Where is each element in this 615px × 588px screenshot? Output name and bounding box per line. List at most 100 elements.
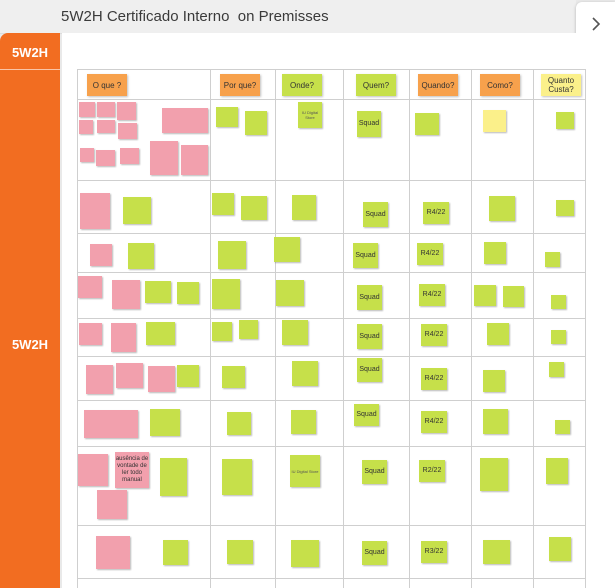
column-header-how[interactable]: Como? [480, 74, 520, 96]
sticky-note[interactable] [117, 102, 136, 120]
sticky-note[interactable]: Squad [357, 111, 381, 137]
sticky-note[interactable]: Squad [354, 404, 379, 426]
column-header-how-much[interactable]: Quanto Custa? [541, 74, 581, 96]
sticky-note[interactable] [80, 193, 110, 229]
sticky-note[interactable] [150, 409, 180, 436]
sticky-note[interactable] [181, 145, 208, 175]
sticky-note[interactable]: Squad [353, 243, 378, 268]
sticky-note[interactable] [163, 540, 188, 565]
sticky-note[interactable]: R3/22 [421, 541, 447, 563]
sticky-note[interactable]: ausência de vontade de ler todo manual [115, 452, 149, 488]
sticky-note[interactable] [282, 320, 308, 345]
sticky-note[interactable]: R4/22 [421, 324, 447, 346]
sticky-note[interactable]: Squad [357, 324, 382, 349]
sticky-note[interactable] [545, 252, 560, 267]
sticky-note[interactable]: R4/22 [419, 284, 445, 306]
sticky-note[interactable] [474, 285, 496, 306]
sticky-note[interactable] [97, 490, 127, 519]
sticky-note[interactable] [483, 540, 510, 564]
sticky-note[interactable] [480, 458, 508, 491]
sticky-note[interactable] [160, 458, 187, 496]
sticky-note[interactable] [86, 365, 113, 394]
sticky-note[interactable] [146, 322, 175, 345]
sticky-note[interactable] [116, 363, 143, 388]
sticky-note[interactable] [177, 282, 199, 304]
sticky-note[interactable] [148, 366, 175, 392]
sticky-note[interactable] [415, 113, 439, 135]
sticky-note[interactable]: Squad [362, 541, 387, 565]
sticky-note[interactable] [487, 323, 509, 345]
sticky-note[interactable] [227, 412, 251, 435]
sticky-note[interactable] [549, 362, 564, 377]
sticky-note[interactable] [212, 279, 240, 309]
sticky-note[interactable] [551, 295, 566, 309]
sticky-note[interactable] [112, 280, 140, 309]
sticky-note[interactable] [84, 410, 138, 438]
sticky-note[interactable] [79, 120, 93, 134]
sticky-note[interactable] [483, 409, 508, 434]
sticky-note[interactable] [145, 281, 171, 303]
sticky-note[interactable] [239, 320, 258, 339]
sticky-note[interactable] [111, 323, 136, 352]
sticky-note[interactable] [292, 195, 316, 220]
sticky-note[interactable] [78, 454, 108, 486]
sticky-note[interactable] [90, 244, 112, 266]
sticky-note[interactable] [546, 458, 568, 484]
sticky-note[interactable] [555, 420, 570, 434]
sticky-note[interactable] [483, 370, 505, 392]
sticky-note[interactable] [489, 196, 515, 221]
column-header-when[interactable]: Quando? [418, 74, 458, 96]
sticky-note[interactable]: Squad [362, 460, 387, 484]
sticky-note[interactable]: Squad [357, 285, 382, 310]
sticky-note[interactable] [79, 323, 102, 345]
sticky-note[interactable] [120, 148, 139, 164]
sticky-note[interactable] [162, 108, 208, 133]
sticky-note[interactable] [216, 107, 238, 127]
sticky-note[interactable] [291, 410, 316, 434]
sticky-note[interactable]: R2/22 [419, 460, 445, 482]
sticky-note[interactable] [97, 120, 115, 133]
sticky-note[interactable] [503, 286, 524, 307]
sticky-note[interactable] [96, 536, 130, 569]
sticky-note[interactable] [274, 237, 300, 262]
sticky-note[interactable] [212, 193, 234, 215]
sticky-note[interactable]: R4/22 [421, 368, 447, 390]
sticky-note[interactable] [556, 200, 574, 216]
sticky-note[interactable] [79, 102, 95, 117]
sticky-note[interactable] [177, 365, 199, 387]
sticky-note[interactable]: IU Digital Store [298, 102, 322, 128]
sticky-note[interactable] [123, 197, 151, 224]
column-header-where[interactable]: Onde? [282, 74, 322, 96]
sticky-note[interactable] [150, 141, 178, 175]
sticky-note[interactable] [245, 111, 267, 135]
column-header-what[interactable]: O que ? [87, 74, 127, 96]
sticky-note[interactable] [484, 242, 506, 264]
sticky-note[interactable] [291, 540, 319, 567]
sticky-note[interactable] [128, 243, 154, 269]
sticky-note[interactable] [80, 148, 94, 162]
sticky-note[interactable] [96, 150, 115, 166]
sticky-note[interactable] [483, 110, 506, 132]
sticky-note[interactable] [241, 196, 267, 220]
sticky-note[interactable] [222, 366, 245, 388]
column-header-why[interactable]: Por que? [220, 74, 260, 96]
sticky-note[interactable]: IU Digital Store [290, 455, 320, 487]
sticky-note[interactable] [97, 102, 115, 117]
sticky-note[interactable] [227, 540, 253, 564]
sticky-note[interactable] [118, 123, 137, 139]
sticky-note[interactable] [551, 330, 566, 344]
sticky-note[interactable]: R4/22 [423, 202, 449, 224]
sticky-note[interactable]: R4/22 [417, 243, 443, 265]
sticky-note[interactable] [222, 459, 252, 495]
sticky-note[interactable] [78, 276, 102, 298]
sticky-note[interactable] [212, 322, 232, 341]
sticky-note[interactable] [556, 112, 574, 129]
sticky-note[interactable] [292, 361, 318, 386]
sticky-note[interactable]: Squad [363, 202, 388, 227]
sticky-note[interactable]: R4/22 [421, 411, 447, 433]
sticky-note[interactable] [549, 537, 571, 561]
column-header-who[interactable]: Quem? [356, 74, 396, 96]
sticky-note[interactable] [218, 241, 246, 269]
sticky-note[interactable] [276, 280, 304, 306]
sticky-note[interactable]: Squad [357, 358, 382, 382]
